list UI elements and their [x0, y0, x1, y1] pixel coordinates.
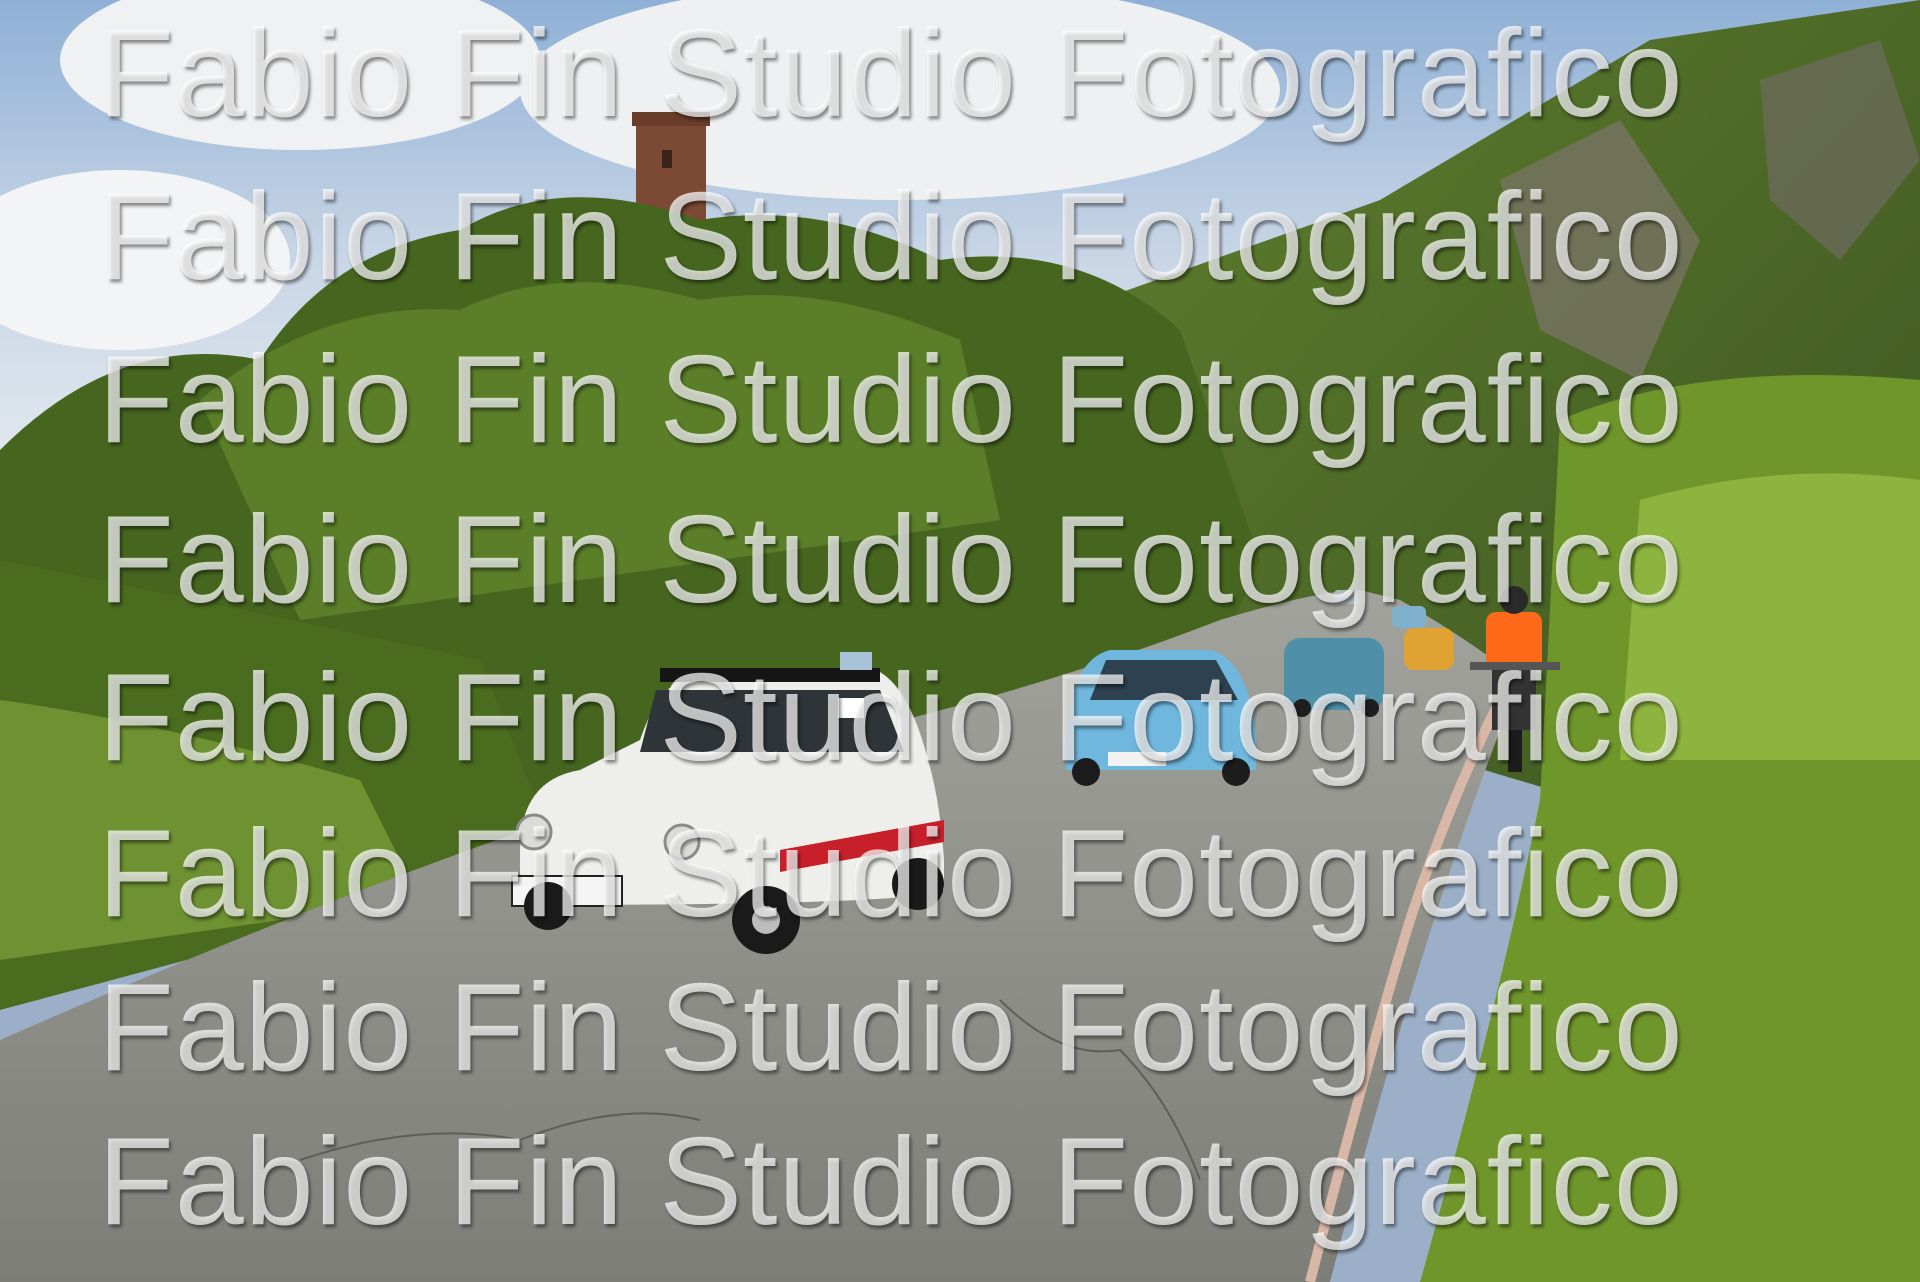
tower-window	[662, 150, 672, 168]
distant-car	[1334, 590, 1362, 604]
blue-fiat-car	[1066, 650, 1256, 786]
photograph	[0, 0, 1920, 1282]
photo-scene	[0, 0, 1920, 1282]
distant-car	[1392, 606, 1426, 628]
tower-top	[632, 112, 710, 126]
right-bushes-light	[1620, 473, 1920, 760]
orange-car	[1404, 628, 1454, 670]
